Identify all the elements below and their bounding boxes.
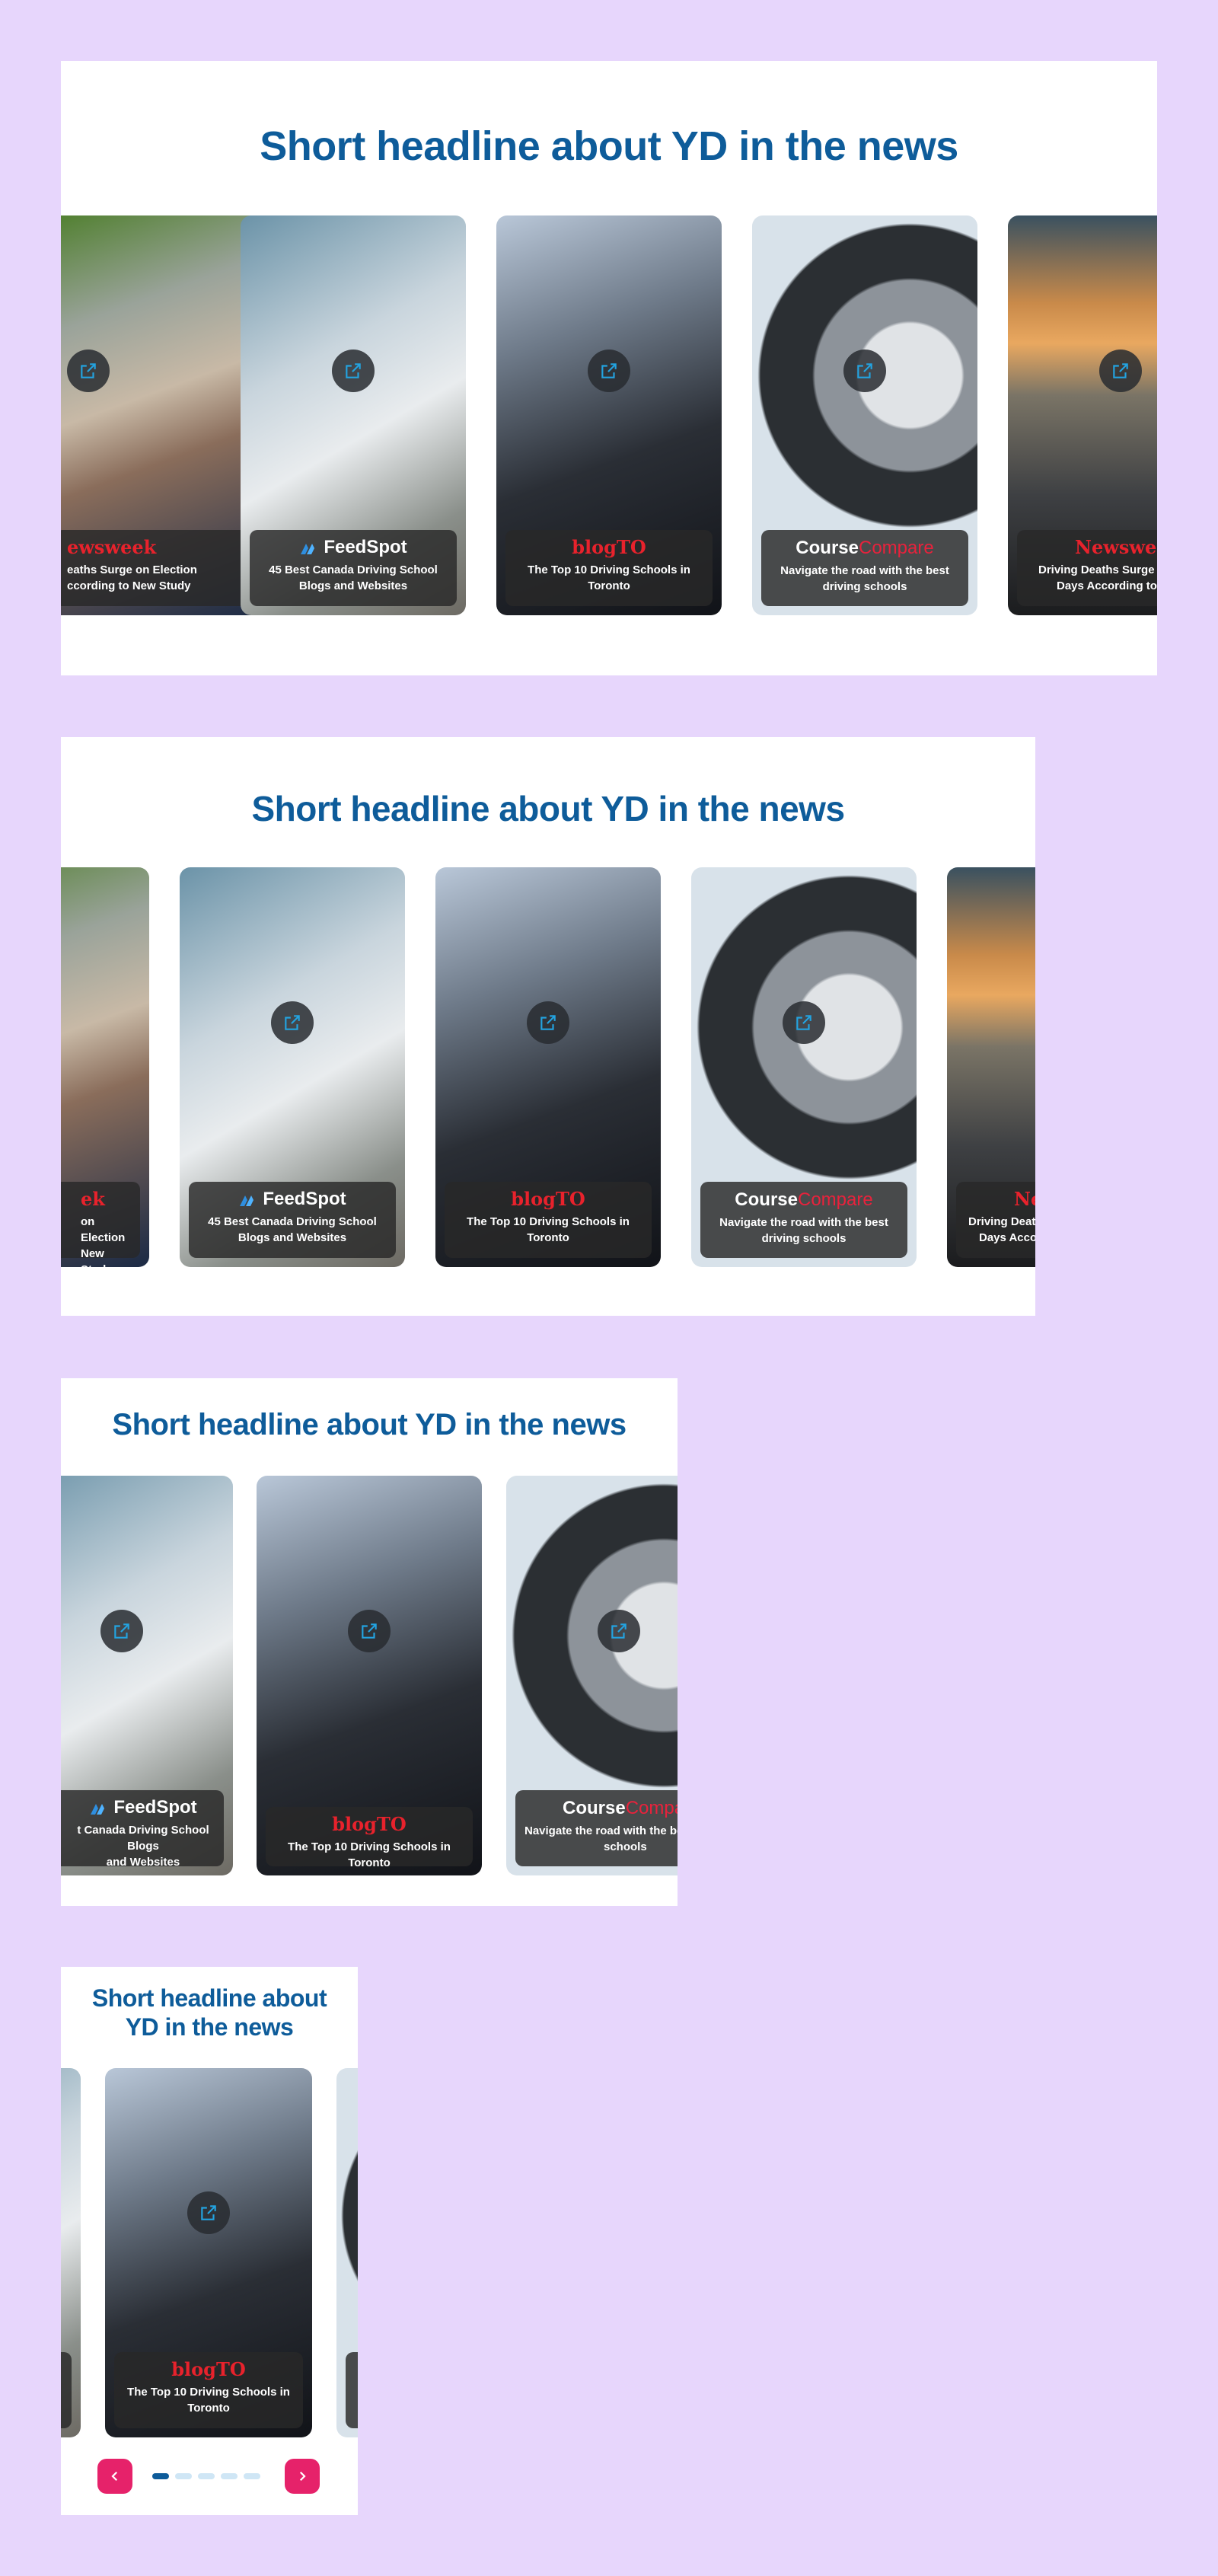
carousel-dot-2[interactable] xyxy=(175,2473,192,2479)
news-card-feedspot[interactable]: FeedSpot 45 Best Canada Driving School B… xyxy=(180,867,405,1267)
article-title: The Top 10 Driving Schools in Toronto xyxy=(127,2386,290,2415)
card-caption: blogTO The Top 10 Driving Schools in Tor… xyxy=(266,1807,473,1869)
card-caption xyxy=(346,2352,358,2428)
article-title: 45 Best Canada Driving School Blogs and … xyxy=(208,1215,377,1244)
carousel-dot-5[interactable] xyxy=(244,2473,260,2479)
card-caption xyxy=(61,2352,72,2428)
external-link-icon[interactable] xyxy=(100,1610,143,1652)
section-headline: Short headline about YD in the news xyxy=(112,1408,627,1441)
external-link-icon[interactable] xyxy=(271,1001,314,1044)
external-link-icon[interactable] xyxy=(783,1001,825,1044)
article-title: The Top 10 Driving Schools in Toronto xyxy=(288,1840,451,1869)
section-headline: Short headline about YD in the news xyxy=(251,789,845,828)
card-caption: ek on ElectionNew Study xyxy=(61,1182,140,1267)
article-title: Navigate the road with the best schools xyxy=(525,1824,678,1853)
news-card-coursecompare-partial[interactable] xyxy=(336,2068,358,2437)
external-link-icon[interactable] xyxy=(67,350,110,392)
feedspot-logo-icon xyxy=(301,543,315,554)
news-section-small: Short headline about YD in the news Feed… xyxy=(61,1378,678,1906)
card-caption: CourseCompare Navigate the road with the… xyxy=(761,530,968,606)
card-caption: Newswee Driving Deaths Surge oDays Accor… xyxy=(1017,530,1157,606)
carousel-prev-button[interactable] xyxy=(97,2459,132,2494)
source-logo-blogto: blogTO xyxy=(511,1188,585,1210)
external-link-icon[interactable] xyxy=(1099,350,1142,392)
external-link-icon[interactable] xyxy=(598,1610,640,1652)
card-caption: Ne Driving DeatDays Acco xyxy=(956,1182,1035,1258)
feedspot-logo-icon xyxy=(240,1195,254,1206)
article-title: eaths Surge on Election ccording to New S… xyxy=(67,563,197,592)
news-card-coursecompare[interactable]: CourseCompare Navigate the road with the… xyxy=(691,867,917,1267)
carousel-dot-4[interactable] xyxy=(221,2473,238,2479)
card-caption: ewsweek eaths Surge on Election ccording … xyxy=(61,530,262,606)
card-caption: blogTO The Top 10 Driving Schools in Tor… xyxy=(445,1182,652,1258)
news-card-blogto[interactable]: blogTO The Top 10 Driving Schools in Tor… xyxy=(105,2068,312,2437)
source-logo-feedspot: FeedSpot xyxy=(257,536,449,559)
news-card-newsweek-partial[interactable]: ek on ElectionNew Study xyxy=(61,867,149,1267)
source-logo-newsweek: Newswee xyxy=(1075,536,1157,558)
card-caption: FeedSpot 45 Best Canada Driving School B… xyxy=(189,1182,396,1258)
news-card-coursecompare[interactable]: CourseCompare Navigate the road with the… xyxy=(506,1476,678,1875)
news-section-wide: Short headline about YD in the news ewsw… xyxy=(61,61,1157,675)
card-caption: FeedSpot 45 Best Canada Driving School B… xyxy=(250,530,457,606)
carousel-next-button[interactable] xyxy=(285,2459,320,2494)
news-card-blogto[interactable]: blogTO The Top 10 Driving Schools in Tor… xyxy=(496,215,722,615)
external-link-icon[interactable] xyxy=(187,2191,230,2234)
article-title: t Canada Driving School Blogs and Website… xyxy=(77,1824,209,1869)
news-card-newsweek-right[interactable]: Newswee Driving Deaths Surge oDays Accor… xyxy=(1008,215,1157,615)
section-headline: Short headline about YD in the news xyxy=(91,1984,327,2041)
source-logo-newsweek: ewsweek xyxy=(67,536,157,558)
news-card-feedspot-partial[interactable] xyxy=(61,2068,81,2437)
source-logo-newsweek: ek xyxy=(81,1188,105,1210)
external-link-icon[interactable] xyxy=(332,350,375,392)
article-title: Driving Deat Days Acco xyxy=(968,1215,1035,1244)
news-card-newsweek-partial[interactable]: ewsweek eaths Surge on Election ccording … xyxy=(61,215,271,615)
source-logo-coursecompare: CourseCompare xyxy=(796,538,934,558)
article-title: The Top 10 Driving Schools in Toronto xyxy=(467,1215,630,1244)
external-link-icon[interactable] xyxy=(843,350,886,392)
source-logo-blogto: blogTO xyxy=(332,1813,407,1835)
carousel-dot-1[interactable] xyxy=(152,2473,169,2479)
feedspot-logo-icon xyxy=(91,1803,105,1815)
chevron-left-icon xyxy=(111,2471,118,2482)
article-title: 45 Best Canada Driving School Blogs and … xyxy=(269,563,438,592)
article-title: on ElectionNew Study xyxy=(81,1215,126,1267)
source-logo-blogto: blogTO xyxy=(171,2358,246,2380)
external-link-icon[interactable] xyxy=(588,350,630,392)
news-section-mobile: Short headline about YD in the news blogT… xyxy=(61,1967,358,2515)
external-link-icon[interactable] xyxy=(527,1001,569,1044)
source-logo-feedspot: FeedSpot xyxy=(196,1188,388,1211)
card-caption: CourseCompare Navigate the road with the… xyxy=(515,1790,678,1866)
source-logo-newsweek: Ne xyxy=(1014,1188,1035,1210)
card-caption: FeedSpot t Canada Driving School Blogs an… xyxy=(61,1790,224,1869)
article-title: Navigate the road with the best driving … xyxy=(780,564,949,593)
article-title: The Top 10 Driving Schools in Toronto xyxy=(528,563,690,592)
source-logo-blogto: blogTO xyxy=(572,536,646,558)
card-caption: CourseCompare Navigate the road with the… xyxy=(700,1182,907,1258)
news-card-coursecompare[interactable]: CourseCompare Navigate the road with the… xyxy=(752,215,977,615)
news-card-blogto[interactable]: blogTO The Top 10 Driving Schools in Tor… xyxy=(435,867,661,1267)
news-card-newsweek-right[interactable]: Ne Driving DeatDays Acco xyxy=(947,867,1035,1267)
card-caption: blogTO The Top 10 Driving Schools in Tor… xyxy=(114,2352,303,2428)
news-card-feedspot[interactable]: FeedSpot t Canada Driving School Blogs an… xyxy=(61,1476,233,1875)
source-logo-coursecompare: CourseCompare xyxy=(735,1189,873,1210)
external-link-icon[interactable] xyxy=(348,1610,391,1652)
section-headline: Short headline about YD in the news xyxy=(260,123,958,169)
source-logo-feedspot: FeedSpot xyxy=(61,1796,216,1819)
news-card-feedspot[interactable]: FeedSpot 45 Best Canada Driving School B… xyxy=(241,215,466,615)
card-caption: blogTO The Top 10 Driving Schools in Tor… xyxy=(505,530,713,606)
carousel-dot-3[interactable] xyxy=(198,2473,215,2479)
news-card-blogto[interactable]: blogTO The Top 10 Driving Schools in Tor… xyxy=(257,1476,482,1875)
source-logo-coursecompare: CourseCompare xyxy=(563,1798,678,1818)
chevron-right-icon xyxy=(299,2471,306,2482)
news-section-medium: Short headline about YD in the news ek o… xyxy=(61,737,1035,1316)
article-title: Navigate the road with the best driving … xyxy=(719,1216,888,1245)
article-title: Driving Deaths Surge o Days According to … xyxy=(1038,563,1157,592)
